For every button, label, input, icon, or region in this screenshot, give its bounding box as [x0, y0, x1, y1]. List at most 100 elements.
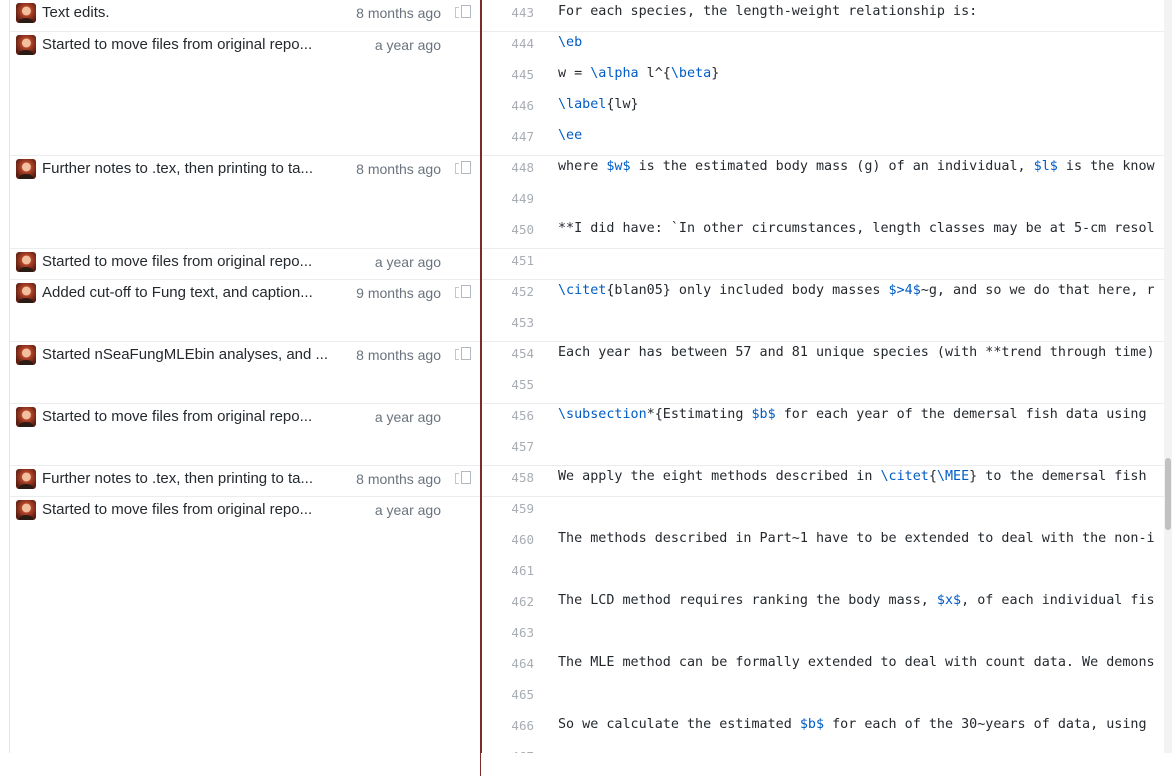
- commit-message-link[interactable]: Further notes to .tex, then printing to …: [42, 160, 313, 177]
- line-number[interactable]: 457: [482, 439, 534, 454]
- code-line: 454 Each year has between 57 and 81 uniqu…: [482, 341, 1164, 372]
- line-number[interactable]: 445: [482, 67, 534, 82]
- blame-commit: Text edits. 8 months ago: [10, 0, 481, 31]
- commit-header: Further notes to .tex, then printing to …: [10, 156, 480, 187]
- line-number[interactable]: 443: [482, 5, 534, 20]
- reblame-icon[interactable]: [455, 161, 471, 174]
- code-line: 447 \ee: [482, 124, 1164, 155]
- code-line: 462 The LCD method requires ranking the b…: [482, 589, 1164, 620]
- code-line: 452 \citet{blan05} only included body mas…: [482, 279, 1164, 310]
- commit-message-link[interactable]: Further notes to .tex, then printing to …: [42, 470, 313, 487]
- code-line: 456 \subsection*{Estimating $b$ for each …: [482, 403, 1164, 434]
- code-line: 450 **I did have: `In other circumstances…: [482, 217, 1164, 248]
- commit-age: 8 months ago: [356, 5, 441, 21]
- author-avatar[interactable]: [16, 407, 36, 427]
- line-number[interactable]: 458: [482, 470, 534, 485]
- commit-header: Text edits. 8 months ago: [10, 0, 480, 31]
- code-line: 449: [482, 186, 1164, 217]
- author-avatar[interactable]: [16, 3, 36, 23]
- line-code: \label{lw}: [558, 97, 639, 112]
- commit-age: a year ago: [374, 37, 441, 53]
- line-code: w = \alpha l^{\beta}: [558, 66, 720, 81]
- commit-message-link[interactable]: Text edits.: [42, 4, 110, 21]
- line-number[interactable]: 461: [482, 563, 534, 578]
- line-code: \eb: [558, 35, 583, 50]
- blame-pane: Text edits. 8 months ago Started to move f…: [10, 0, 481, 776]
- line-code: Each year has between 57 and 81 unique s…: [558, 345, 1155, 360]
- line-code: **I did have: `In other circumstances, l…: [558, 221, 1155, 236]
- author-avatar[interactable]: [16, 469, 36, 489]
- commit-age: 8 months ago: [356, 347, 441, 363]
- line-code: The LCD method requires ranking the body…: [558, 593, 1155, 608]
- commit-header: Started to move files from original repo…: [10, 249, 480, 280]
- author-avatar[interactable]: [16, 500, 36, 520]
- commit-header: Started to move files from original repo…: [10, 32, 480, 63]
- scrollbar-thumb[interactable]: [1165, 458, 1171, 530]
- author-avatar[interactable]: [16, 159, 36, 179]
- line-number[interactable]: 465: [482, 687, 534, 702]
- line-number[interactable]: 466: [482, 718, 534, 733]
- scrollbar[interactable]: [1164, 0, 1172, 753]
- commit-age: 8 months ago: [356, 161, 441, 177]
- commit-message-link[interactable]: Started to move files from original repo…: [42, 253, 312, 270]
- reblame-icon[interactable]: [455, 471, 471, 484]
- line-number[interactable]: 454: [482, 346, 534, 361]
- line-code: So we calculate the estimated $b$ for ea…: [558, 717, 1155, 732]
- line-number[interactable]: 459: [482, 501, 534, 516]
- code-line: 464 The MLE method can be formally extend…: [482, 651, 1164, 682]
- line-number[interactable]: 451: [482, 253, 534, 268]
- line-number[interactable]: 453: [482, 315, 534, 330]
- commit-header: Started to move files from original repo…: [10, 497, 480, 528]
- blame-commit: Further notes to .tex, then printing to …: [10, 465, 481, 497]
- code-line: 445 w = \alpha l^{\beta}: [482, 62, 1164, 93]
- code-line: 446 \label{lw}: [482, 93, 1164, 124]
- code-line: 461: [482, 558, 1164, 589]
- line-number[interactable]: 444: [482, 36, 534, 51]
- blame-commit: Started to move files from original repo…: [10, 496, 481, 776]
- line-number[interactable]: 462: [482, 594, 534, 609]
- line-number[interactable]: 460: [482, 532, 534, 547]
- commit-message-link[interactable]: Started to move files from original repo…: [42, 501, 312, 518]
- commit-message-link[interactable]: Started nSeaFungMLEbin analyses, and ...: [42, 346, 328, 363]
- author-avatar[interactable]: [16, 35, 36, 55]
- commit-message-link[interactable]: Added cut-off to Fung text, and caption.…: [42, 284, 313, 301]
- line-code: For each species, the length-weight rela…: [558, 4, 978, 19]
- line-number[interactable]: 447: [482, 129, 534, 144]
- author-avatar[interactable]: [16, 345, 36, 365]
- line-code: where $w$ is the estimated body mass (g)…: [558, 159, 1155, 174]
- line-number[interactable]: 448: [482, 160, 534, 175]
- line-number[interactable]: 452: [482, 284, 534, 299]
- line-number[interactable]: 449: [482, 191, 534, 206]
- commit-age: a year ago: [374, 254, 441, 270]
- line-number[interactable]: 463: [482, 625, 534, 640]
- author-avatar[interactable]: [16, 252, 36, 272]
- line-number[interactable]: 455: [482, 377, 534, 392]
- code-line: 455: [482, 372, 1164, 403]
- commit-message-link[interactable]: Started to move files from original repo…: [42, 408, 312, 425]
- commit-age: 9 months ago: [356, 285, 441, 301]
- commit-header: Added cut-off to Fung text, and caption.…: [10, 280, 480, 311]
- line-number[interactable]: 450: [482, 222, 534, 237]
- code-line: 457: [482, 434, 1164, 465]
- commit-header: Started to move files from original repo…: [10, 404, 480, 435]
- code-line: 443 For each species, the length-weight r…: [482, 0, 1164, 31]
- line-number[interactable]: 446: [482, 98, 534, 113]
- code-line: 463: [482, 620, 1164, 651]
- reblame-icon[interactable]: [455, 5, 471, 18]
- commit-header: Started nSeaFungMLEbin analyses, and ...…: [10, 342, 480, 373]
- commit-age: a year ago: [374, 409, 441, 425]
- commit-age: a year ago: [374, 502, 441, 518]
- blame-commit: Added cut-off to Fung text, and caption.…: [10, 279, 481, 342]
- reblame-icon[interactable]: [455, 285, 471, 298]
- commit-age: 8 months ago: [356, 471, 441, 487]
- code-pane: 443 For each species, the length-weight r…: [482, 0, 1164, 753]
- line-number[interactable]: 467: [482, 749, 534, 753]
- code-line: 460 The methods described in Part~1 have …: [482, 527, 1164, 558]
- line-number[interactable]: 456: [482, 408, 534, 423]
- line-code: \ee: [558, 128, 583, 143]
- line-number[interactable]: 464: [482, 656, 534, 671]
- reblame-icon[interactable]: [455, 347, 471, 360]
- line-code: The methods described in Part~1 have to …: [558, 531, 1155, 546]
- author-avatar[interactable]: [16, 283, 36, 303]
- commit-message-link[interactable]: Started to move files from original repo…: [42, 36, 312, 53]
